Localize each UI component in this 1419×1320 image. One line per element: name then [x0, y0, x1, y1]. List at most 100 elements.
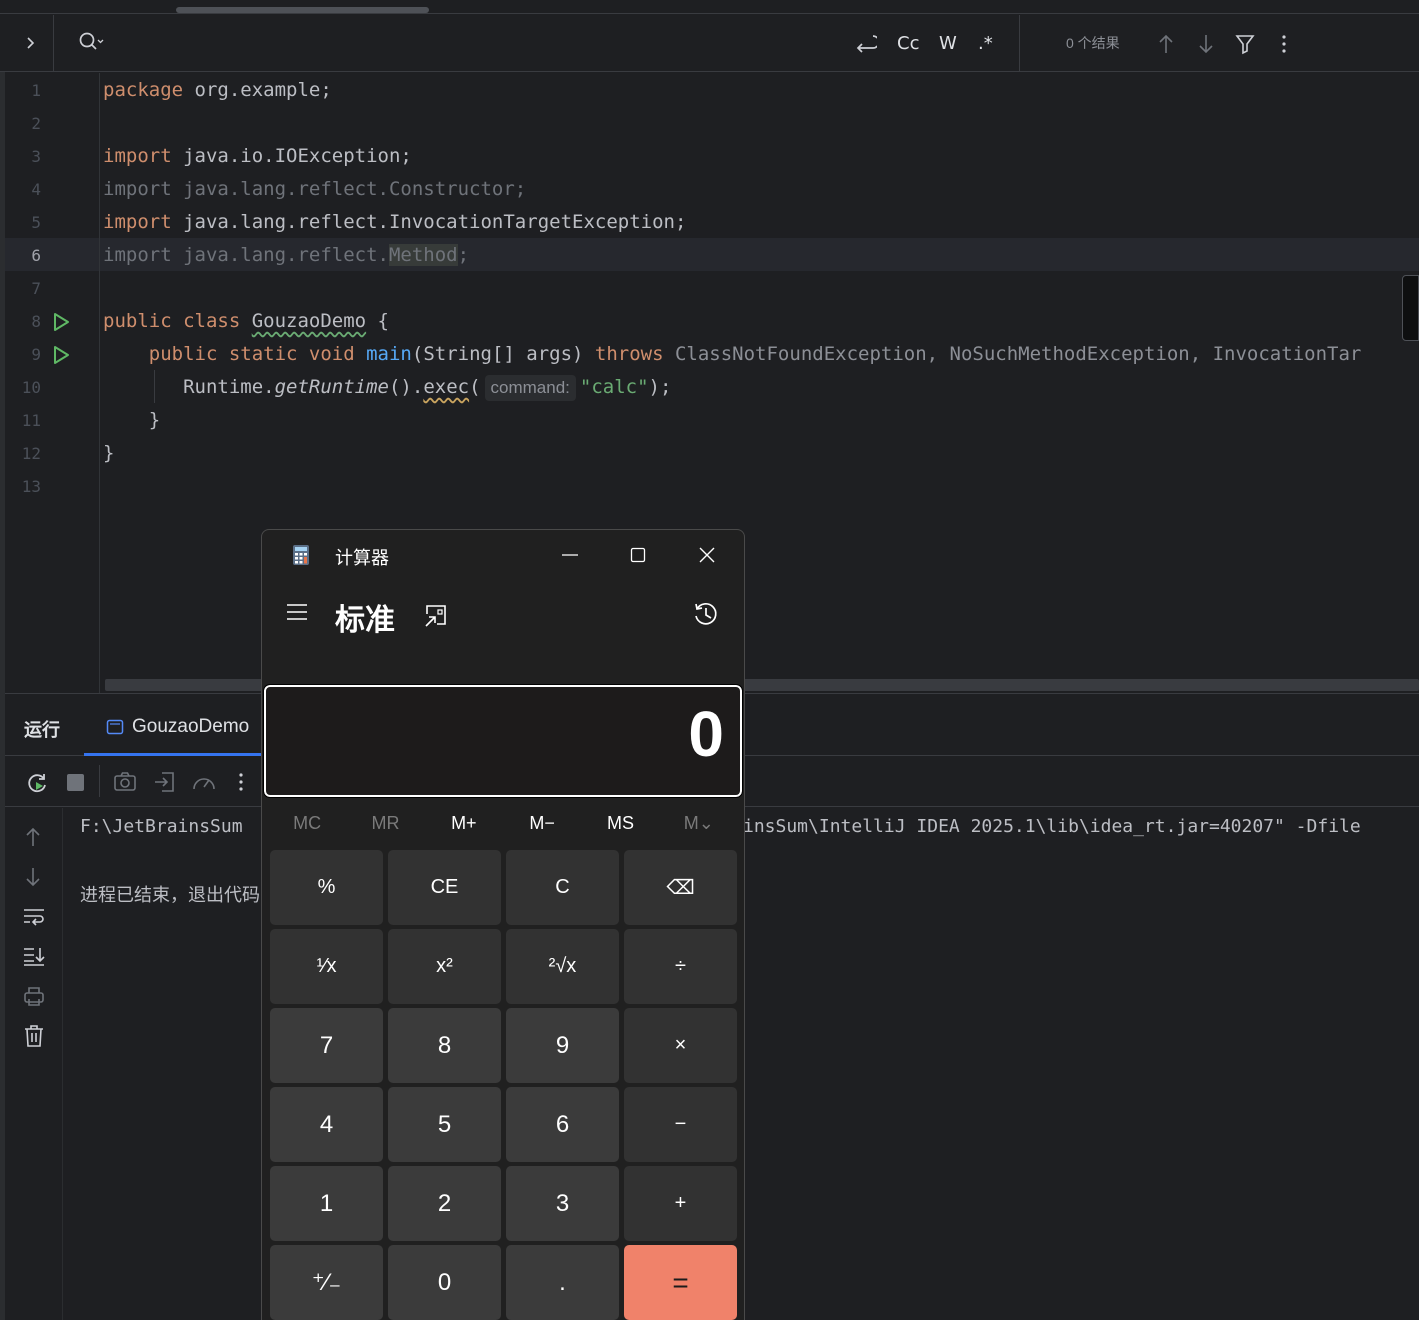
more-run-options-button[interactable] [235, 771, 247, 798]
backspace-button[interactable]: ⌫ [624, 850, 737, 925]
search-history-button[interactable] [78, 31, 104, 58]
screenshot-button[interactable] [113, 771, 137, 798]
expand-replace-button[interactable] [6, 15, 54, 71]
keyword: package [103, 79, 184, 101]
calculator-titlebar[interactable]: 计算器 [262, 530, 744, 580]
print-button[interactable] [22, 985, 46, 1012]
trash-icon [25, 1025, 43, 1047]
stop-icon [67, 774, 84, 791]
digit-3-button[interactable]: 3 [506, 1166, 619, 1241]
close-icon [699, 547, 715, 563]
subtract-button[interactable]: − [624, 1087, 737, 1162]
filter-search-button[interactable] [1235, 33, 1255, 60]
calculator-header: 标准 [262, 585, 744, 645]
soft-wrap-button[interactable] [22, 906, 46, 933]
code-text: (). [388, 376, 424, 398]
reciprocal-button[interactable]: ¹⁄x [270, 929, 383, 1004]
gutter-line: 2 [5, 107, 99, 140]
match-case-toggle[interactable]: Cc [897, 15, 919, 71]
new-line-button[interactable] [853, 15, 877, 71]
class-name: GouzaoDemo [251, 310, 367, 332]
line-number: 7 [31, 279, 41, 298]
keyword: public class [103, 310, 252, 332]
rerun-button[interactable] [25, 771, 49, 800]
next-occurrence-button[interactable] [1197, 33, 1215, 60]
import-tests-button[interactable] [153, 771, 177, 798]
percent-button[interactable]: % [270, 850, 383, 925]
keep-on-top-button[interactable] [423, 603, 449, 634]
minimize-icon [562, 554, 578, 556]
run-main-gutter-icon[interactable] [51, 345, 71, 370]
memory-clear-button[interactable]: MC [268, 802, 346, 844]
memory-subtract-button[interactable]: M− [503, 802, 581, 844]
decimal-button[interactable]: . [506, 1245, 619, 1320]
run-class-gutter-icon[interactable] [51, 312, 71, 337]
tab-gouzaodemo[interactable]: GouzaoDemo [84, 694, 264, 756]
digit-1-button[interactable]: 1 [270, 1166, 383, 1241]
scroll-to-end-button[interactable] [22, 945, 46, 972]
maximize-button[interactable] [604, 530, 672, 580]
gutter-line: 3 [5, 140, 99, 173]
gutter-divider [99, 73, 100, 693]
digit-0-button[interactable]: 0 [388, 1245, 501, 1320]
digit-7-button[interactable]: 7 [270, 1008, 383, 1083]
memory-store-button[interactable]: MS [581, 802, 659, 844]
close-button[interactable] [673, 530, 741, 580]
regex-toggle[interactable]: .* [978, 15, 993, 71]
stop-button[interactable] [66, 771, 86, 798]
keyword: import [103, 145, 172, 167]
history-button[interactable] [692, 600, 720, 633]
digit-5-button[interactable]: 5 [388, 1087, 501, 1162]
console-icon [106, 718, 124, 741]
digit-8-button[interactable]: 8 [388, 1008, 501, 1083]
line-number: 5 [31, 213, 41, 232]
up-stack-button[interactable] [22, 826, 44, 853]
gutter-line: 13 [5, 470, 99, 503]
square-root-button[interactable]: ²√x [506, 929, 619, 1004]
memory-list-button[interactable]: M⌄ [660, 802, 738, 844]
whole-words-toggle[interactable]: W [939, 15, 957, 71]
console-side-toolbar [5, 808, 63, 1320]
deprecated-method: exec [423, 376, 470, 398]
divide-button[interactable]: ÷ [624, 929, 737, 1004]
rerun-icon [28, 774, 46, 793]
memory-add-button[interactable]: M+ [425, 802, 503, 844]
line-number: 13 [21, 477, 41, 496]
add-button[interactable]: + [624, 1166, 737, 1241]
line-number-gutter[interactable]: 1 2 3 4 5 6 7 8 9 10 11 12 13 [5, 73, 99, 680]
memory-recall-button[interactable]: MR [346, 802, 424, 844]
digit-4-button[interactable]: 4 [270, 1087, 383, 1162]
equals-button[interactable]: = [624, 1245, 737, 1320]
scrollbar-marker[interactable] [1402, 275, 1419, 341]
wrap-icon [24, 909, 44, 926]
negate-button[interactable]: ⁺⁄₋ [270, 1245, 383, 1320]
code-line: } [103, 442, 115, 464]
minimize-button[interactable] [536, 530, 604, 580]
find-bar-separator [1019, 15, 1020, 71]
previous-occurrence-button[interactable] [1157, 33, 1175, 60]
gutter-line: 9 [5, 338, 99, 371]
multiply-button[interactable]: × [624, 1008, 737, 1083]
hamburger-icon [287, 604, 307, 620]
profiler-button[interactable] [191, 771, 217, 800]
find-bar: Cc W .* 0 个结果 [0, 15, 1419, 72]
clear-entry-button[interactable]: CE [388, 850, 501, 925]
digit-6-button[interactable]: 6 [506, 1087, 619, 1162]
clear-button[interactable]: C [506, 850, 619, 925]
code-text: ; [457, 244, 470, 266]
square-button[interactable]: x² [388, 929, 501, 1004]
navigation-menu-button[interactable] [284, 601, 310, 628]
scroll-end-icon [24, 948, 45, 966]
line-number: 2 [31, 114, 41, 133]
line-number: 6 [31, 246, 41, 265]
tab-strip-scrollbar[interactable] [176, 7, 429, 13]
login-icon [155, 772, 174, 792]
digit-9-button[interactable]: 9 [506, 1008, 619, 1083]
arrow-up-icon [26, 827, 40, 846]
digit-2-button[interactable]: 2 [388, 1166, 501, 1241]
down-stack-button[interactable] [22, 866, 44, 893]
more-options-button[interactable] [1276, 33, 1292, 60]
code-text: ); [648, 376, 672, 398]
maximize-icon [630, 547, 646, 563]
clear-all-button[interactable] [22, 1024, 46, 1053]
